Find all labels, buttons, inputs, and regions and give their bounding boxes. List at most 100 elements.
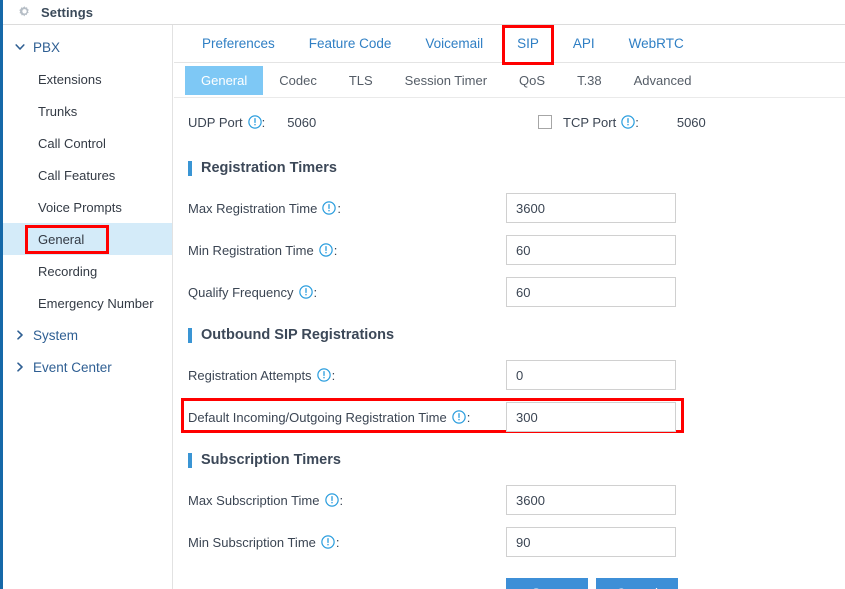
- tcp-port-checkbox[interactable]: [538, 115, 552, 129]
- tcp-port-value: 5060: [676, 114, 706, 130]
- info-icon[interactable]: [298, 285, 313, 299]
- section-title: Subscription Timers: [201, 452, 341, 468]
- field-label: Max Subscription Time :: [188, 493, 343, 508]
- section-title: Outbound SIP Registrations: [201, 327, 395, 343]
- info-icon[interactable]: [324, 493, 339, 507]
- subtab-label: Session Timer: [404, 72, 488, 88]
- udp-port-label-text: UDP Port: [188, 114, 243, 130]
- section-accent-bar: [188, 327, 192, 343]
- sidebar-group-system[interactable]: System: [3, 319, 172, 351]
- field-label: Registration Attempts :: [188, 368, 335, 383]
- subtab-session-timer[interactable]: Session Timer: [389, 66, 503, 95]
- tab-webrtc[interactable]: WebRTC: [612, 25, 701, 63]
- tcp-port-block: TCP Port : 5060: [538, 115, 706, 130]
- subtab-tls[interactable]: TLS: [333, 66, 389, 95]
- field-label-text: Max Registration Time: [188, 200, 318, 216]
- sidebar-item-voice-prompts[interactable]: Voice Prompts: [3, 191, 172, 223]
- save-button[interactable]: Save: [506, 578, 588, 589]
- info-icon[interactable]: [621, 115, 635, 129]
- tab-sip[interactable]: SIP: [500, 24, 556, 65]
- tab-api[interactable]: API: [556, 25, 612, 63]
- udp-port-value: 5060: [287, 114, 317, 130]
- max-registration-time-input[interactable]: [506, 193, 676, 223]
- field-colon: :: [333, 242, 338, 258]
- min-subscription-time-input[interactable]: [506, 527, 676, 557]
- field-row-default-registration-time: Default Incoming/Outgoing Registration T…: [174, 396, 845, 438]
- chevron-down-icon: [13, 40, 27, 54]
- info-icon[interactable]: [322, 201, 337, 215]
- field-label-text: Min Subscription Time: [188, 534, 316, 550]
- tcp-port-colon: :: [635, 114, 639, 130]
- content-area: Preferences Feature Code Voicemail SIP A…: [174, 24, 845, 589]
- sidebar-item-trunks[interactable]: Trunks: [3, 95, 172, 127]
- gear-icon: [17, 5, 32, 20]
- registration-attempts-input[interactable]: [506, 360, 676, 390]
- subtab-t38[interactable]: T.38: [561, 66, 618, 95]
- sidebar-item-label: Call Control: [38, 135, 106, 151]
- tab-feature-code[interactable]: Feature Code: [292, 25, 409, 63]
- field-row-max-subscription-time: Max Subscription Time :: [174, 479, 845, 521]
- cancel-button[interactable]: Cancel: [596, 578, 678, 589]
- subtab-label: T.38: [577, 72, 602, 88]
- udp-port-colon: :: [261, 114, 266, 130]
- tab-label: API: [572, 35, 595, 51]
- sidebar-group-event-center[interactable]: Event Center: [3, 351, 172, 383]
- field-row-min-registration-time: Min Registration Time :: [174, 229, 845, 271]
- min-registration-time-input[interactable]: [506, 235, 676, 265]
- field-colon: :: [313, 284, 318, 300]
- sidebar-item-extensions[interactable]: Extensions: [3, 63, 172, 95]
- sub-tab-bar: General Codec TLS Session Timer QoS T.38…: [174, 63, 845, 98]
- field-label: Qualify Frequency :: [188, 285, 317, 300]
- sidebar-item-label: General: [38, 231, 85, 247]
- sidebar-item-general[interactable]: General: [3, 223, 172, 255]
- field-label-text: Min Registration Time: [188, 242, 314, 258]
- field-row-qualify-frequency: Qualify Frequency :: [174, 271, 845, 313]
- port-row: UDP Port : 5060 TCP Port: 5060: [174, 98, 845, 146]
- field-row-max-registration-time: Max Registration Time :: [174, 187, 845, 229]
- field-label-text: Registration Attempts: [188, 367, 312, 383]
- sidebar-group-pbx[interactable]: PBX: [3, 31, 172, 63]
- sidebar-item-call-features[interactable]: Call Features: [3, 159, 172, 191]
- field-colon: :: [335, 534, 340, 550]
- field-colon: :: [337, 200, 341, 216]
- chevron-right-icon: [13, 360, 27, 374]
- sidebar-item-recording[interactable]: Recording: [3, 255, 172, 287]
- subtab-label: QoS: [519, 72, 546, 88]
- sidebar-group-label: System: [33, 327, 79, 343]
- max-subscription-time-input[interactable]: [506, 485, 676, 515]
- sidebar-item-call-control[interactable]: Call Control: [3, 127, 172, 159]
- qualify-frequency-input[interactable]: [506, 277, 676, 307]
- subtab-label: General: [201, 72, 248, 88]
- tab-preferences[interactable]: Preferences: [185, 25, 292, 63]
- sidebar-item-emergency-number[interactable]: Emergency Number: [3, 287, 172, 319]
- subtab-label: Advanced: [633, 72, 692, 88]
- section-accent-bar: [188, 160, 192, 176]
- section-accent-bar: [188, 452, 192, 468]
- subtab-qos[interactable]: QoS: [503, 66, 561, 95]
- tab-label: SIP: [517, 35, 539, 51]
- subtab-label: Codec: [279, 72, 317, 88]
- sidebar-group-label: Event Center: [33, 359, 112, 375]
- field-label-text: Qualify Frequency: [188, 284, 294, 300]
- subtab-codec[interactable]: Codec: [263, 66, 333, 95]
- info-icon[interactable]: [321, 535, 335, 549]
- subtab-general[interactable]: General: [185, 65, 264, 95]
- tab-label: Preferences: [202, 35, 275, 51]
- section-title: Registration Timers: [201, 160, 337, 176]
- section-header-subscription-timers: Subscription Timers: [174, 445, 845, 475]
- section-header-outbound-sip-registrations: Outbound SIP Registrations: [174, 320, 845, 350]
- tcp-port-label: TCP Port :: [563, 115, 639, 130]
- tab-voicemail[interactable]: Voicemail: [408, 25, 500, 63]
- sip-general-form: UDP Port : 5060 TCP Port: 5060 Registra…: [174, 98, 845, 589]
- subtab-advanced[interactable]: Advanced: [618, 66, 708, 95]
- udp-port-label: UDP Port :: [188, 115, 265, 130]
- info-icon[interactable]: [318, 243, 333, 257]
- default-incoming-outgoing-registration-time-input[interactable]: [506, 402, 676, 432]
- field-colon: :: [331, 367, 336, 383]
- chevron-right-icon: [13, 328, 27, 342]
- field-label: Default Incoming/Outgoing Registration T…: [188, 410, 470, 425]
- field-colon: :: [466, 409, 471, 425]
- info-icon[interactable]: [316, 368, 331, 382]
- info-icon[interactable]: [247, 115, 262, 129]
- info-icon[interactable]: [451, 410, 466, 424]
